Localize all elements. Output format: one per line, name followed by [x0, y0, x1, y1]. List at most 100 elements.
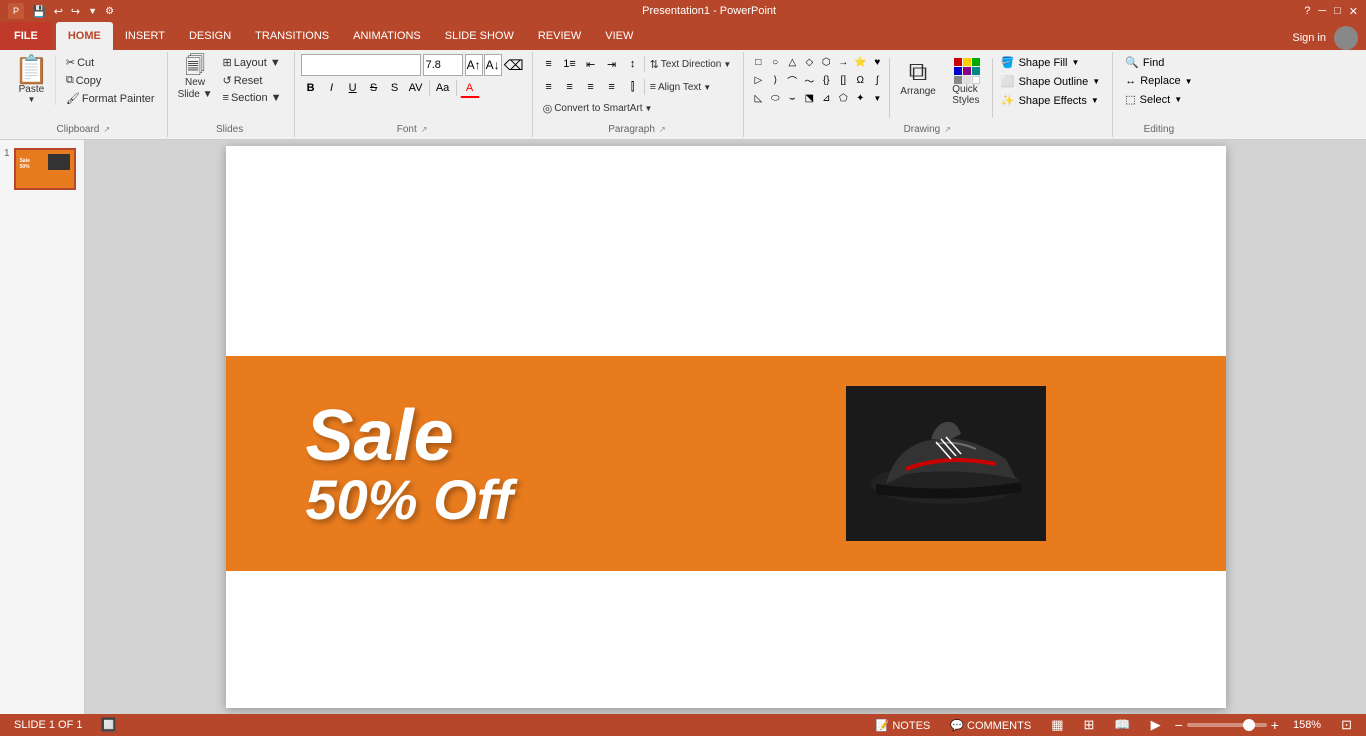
quick-access-extra[interactable]: ▼ [88, 6, 97, 16]
justify-button[interactable]: ≡ [602, 77, 622, 97]
canvas-area[interactable]: Sale 50% Off [85, 140, 1366, 714]
font-expand-icon[interactable]: ↗ [421, 125, 428, 134]
normal-view-button[interactable]: ▦ [1045, 716, 1069, 734]
new-slide-button[interactable]: 🗐 New Slide ▼ [174, 54, 217, 102]
copy-button[interactable]: ⧉ Copy [62, 72, 159, 89]
slide-sorter-button[interactable]: ⊞ [1077, 716, 1100, 734]
align-center-button[interactable]: ≡ [560, 77, 580, 97]
section-button[interactable]: ≡ Section ▼ [219, 90, 286, 106]
strikethrough-button[interactable]: S [364, 78, 384, 98]
bold-button[interactable]: B [301, 78, 321, 98]
shape-brace[interactable]: {} [818, 72, 834, 88]
clipboard-expand-icon[interactable]: ↗ [103, 125, 110, 134]
increase-indent-button[interactable]: ⇥ [602, 54, 622, 74]
format-painter-button[interactable]: 🖌 Format Painter [62, 90, 159, 107]
shape-arc[interactable]: ⌒ [784, 72, 800, 88]
tab-view[interactable]: VIEW [593, 22, 645, 50]
shape-star[interactable]: ⭐ [852, 54, 868, 70]
clear-format-button[interactable]: ⌫ [504, 55, 524, 75]
shape-arrow[interactable]: → [835, 54, 851, 70]
select-button[interactable]: ⬚ Select ▼ [1119, 91, 1188, 108]
zoom-level[interactable]: 158% [1287, 718, 1327, 732]
paste-button[interactable]: 📋 Paste ▼ [8, 54, 56, 106]
line-spacing-button[interactable]: ↕ [623, 54, 643, 74]
maximize-btn[interactable]: □ [1334, 5, 1341, 18]
fit-slide-button[interactable]: ⊡ [1335, 716, 1358, 734]
quick-access-redo[interactable]: ↪ [71, 5, 80, 18]
shape-rectangle[interactable]: □ [750, 54, 766, 70]
reading-view-button[interactable]: 📖 [1108, 716, 1136, 734]
shape-play[interactable]: ▷ [750, 72, 766, 88]
shape-diamond[interactable]: ◇ [801, 54, 817, 70]
shape-fill-button[interactable]: 🪣 Shape Fill ▼ [997, 54, 1104, 71]
decrease-indent-button[interactable]: ⇤ [581, 54, 601, 74]
slideshow-button[interactable]: ▶ [1145, 716, 1167, 734]
shape-triangle[interactable]: △ [784, 54, 800, 70]
shape-wave[interactable]: 〜 [801, 72, 817, 88]
tab-design[interactable]: DESIGN [177, 22, 243, 50]
sign-in-link[interactable]: Sign in [1292, 32, 1326, 44]
quick-access-undo[interactable]: ↩ [54, 5, 63, 18]
shape-chevron[interactable]: ⟩ [767, 72, 783, 88]
paste-dropdown[interactable]: ▼ [27, 95, 35, 104]
shape-extra4[interactable]: ⬔ [801, 90, 817, 106]
zoom-thumb[interactable] [1243, 719, 1255, 731]
off-text[interactable]: 50% Off [306, 472, 846, 528]
tab-file[interactable]: FILE [0, 22, 52, 50]
slide-canvas[interactable]: Sale 50% Off [226, 146, 1226, 708]
underline-button[interactable]: U [343, 78, 363, 98]
quick-styles-button[interactable]: QuickStyles [944, 54, 988, 110]
align-text-button[interactable]: ≡ Align Text ▼ [646, 79, 716, 95]
shape-heart[interactable]: ♥ [869, 54, 885, 70]
font-color-button[interactable]: A [460, 78, 480, 98]
replace-button[interactable]: ↔ Replace ▼ [1119, 73, 1198, 89]
align-right-button[interactable]: ≡ [581, 77, 601, 97]
comments-button[interactable]: 💬 COMMENTS [944, 718, 1037, 733]
change-case-button[interactable]: Aa [433, 78, 453, 98]
shape-extra6[interactable]: ⬠ [835, 90, 851, 106]
slide-thumbnail[interactable]: Sale50% [14, 148, 76, 190]
convert-smartart-button[interactable]: ◎ Convert to SmartArt ▼ [539, 100, 657, 117]
text-direction-button[interactable]: ⇅ Text Direction ▼ [646, 56, 736, 73]
tab-review[interactable]: REVIEW [526, 22, 593, 50]
shape-hexagon[interactable]: ⬡ [818, 54, 834, 70]
italic-button[interactable]: I [322, 78, 342, 98]
shape-bracket[interactable]: [] [835, 72, 851, 88]
help-btn[interactable]: ? [1304, 5, 1310, 18]
tab-animations[interactable]: ANIMATIONS [341, 22, 433, 50]
close-btn[interactable]: ✕ [1349, 5, 1358, 18]
shape-extra2[interactable]: ⬭ [767, 90, 783, 106]
shape-circle[interactable]: ○ [767, 54, 783, 70]
text-shadow-button[interactable]: S [385, 78, 405, 98]
layout-button[interactable]: ⊞ Layout ▼ [219, 54, 286, 71]
shape-extra3[interactable]: ⌣ [784, 90, 800, 106]
zoom-track[interactable] [1187, 723, 1267, 727]
paragraph-expand-icon[interactable]: ↗ [659, 125, 666, 134]
tab-home[interactable]: HOME [56, 22, 113, 50]
tab-slideshow[interactable]: SLIDE SHOW [433, 22, 526, 50]
tab-insert[interactable]: INSERT [113, 22, 177, 50]
font-size-input[interactable] [423, 54, 463, 76]
shape-expand[interactable]: ▼ [869, 90, 885, 106]
char-spacing-button[interactable]: AV [406, 78, 426, 98]
quick-access-more[interactable]: ⚙ [105, 6, 114, 17]
find-button[interactable]: 🔍 Find [1119, 54, 1170, 71]
sale-text[interactable]: Sale [306, 400, 846, 472]
notes-button[interactable]: 📝 NOTES [870, 718, 937, 733]
zoom-plus-button[interactable]: + [1271, 717, 1279, 733]
user-avatar[interactable] [1334, 26, 1358, 50]
reset-button[interactable]: ↺ Reset [219, 72, 286, 89]
align-left-button[interactable]: ≡ [539, 77, 559, 97]
bullet-list-button[interactable]: ≡ [539, 54, 559, 74]
arrange-button[interactable]: ⧉ Arrange [894, 54, 942, 101]
zoom-slider[interactable]: − + [1175, 717, 1279, 733]
shape-integral[interactable]: ∫ [869, 72, 885, 88]
slide-theme-check[interactable]: 🔲 [100, 717, 116, 733]
shape-omega[interactable]: Ω [852, 72, 868, 88]
minimize-btn[interactable]: ─ [1318, 5, 1326, 18]
quick-access-save[interactable]: 💾 [32, 5, 46, 18]
shape-extra7[interactable]: ✦ [852, 90, 868, 106]
drawing-expand-icon[interactable]: ↗ [944, 125, 951, 134]
font-increase-button[interactable]: A↑ [465, 54, 483, 76]
zoom-minus-button[interactable]: − [1175, 717, 1183, 733]
